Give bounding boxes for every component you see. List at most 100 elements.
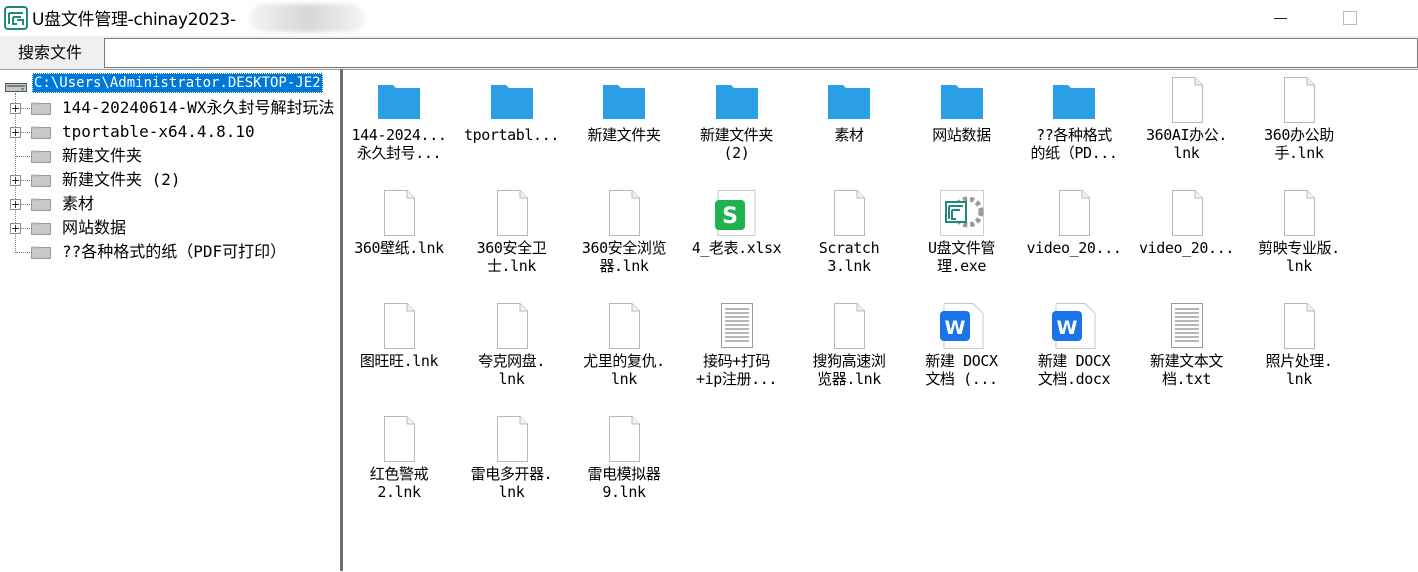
minimize-button[interactable]	[1270, 8, 1290, 28]
folder-icon	[31, 102, 51, 115]
file-name: 360办公助 手.lnk	[1264, 126, 1334, 162]
tree-root-path[interactable]: C:\Users\Administrator.DESKTOP-JE2	[32, 73, 323, 93]
redacted-title-area	[250, 4, 365, 32]
spreadsheet-icon: S	[714, 190, 759, 236]
file-item[interactable]: 雷电多开器. lnk	[456, 409, 568, 521]
svg-text:W: W	[1057, 317, 1078, 339]
search-input[interactable]	[104, 38, 1418, 68]
file-item[interactable]: S 4_老表.xlsx	[681, 183, 793, 295]
file-icon	[827, 303, 871, 349]
file-item[interactable]: 网站数据	[906, 70, 1018, 182]
file-item[interactable]: 图旺旺.lnk	[343, 296, 455, 408]
folder-icon	[827, 77, 871, 123]
folder-icon	[31, 246, 51, 259]
expand-plus-icon[interactable]	[10, 127, 21, 138]
tree-item[interactable]: 网站数据	[0, 216, 340, 240]
expand-plus-icon[interactable]	[10, 103, 21, 114]
file-name: 新建 DOCX 文档 (...	[925, 352, 998, 388]
folder-icon	[490, 77, 534, 123]
file-item[interactable]: 360安全浏览 器.lnk	[568, 183, 680, 295]
file-icon	[377, 416, 421, 462]
file-icon	[490, 416, 534, 462]
file-name: 360AI办公. lnk	[1146, 126, 1227, 162]
tree-item[interactable]: ??各种格式的纸（PDF可打印）	[0, 240, 340, 264]
file-item[interactable]: 红色警戒 2.lnk	[343, 409, 455, 521]
file-item[interactable]: 360AI办公. lnk	[1131, 70, 1243, 182]
file-name: 4_老表.xlsx	[691, 239, 782, 257]
text-file-icon	[715, 303, 759, 349]
file-name: 红色警戒 2.lnk	[369, 465, 429, 501]
text-file-icon	[1165, 303, 1209, 349]
file-icon	[1052, 190, 1096, 236]
file-item[interactable]: 360办公助 手.lnk	[1243, 70, 1355, 182]
folder-icon	[940, 77, 984, 123]
file-icon	[1165, 190, 1209, 236]
file-icon	[490, 190, 534, 236]
file-item[interactable]: 新建文件夹 (2)	[681, 70, 793, 182]
file-item[interactable]: 360安全卫 士.lnk	[456, 183, 568, 295]
maximize-button[interactable]	[1340, 8, 1360, 28]
file-icon	[1277, 190, 1321, 236]
svg-text:W: W	[944, 317, 965, 339]
word-doc-icon: W	[1052, 303, 1096, 349]
tree-item[interactable]: 新建文件夹	[0, 144, 340, 168]
folder-icon	[602, 77, 646, 123]
file-item[interactable]: 剪映专业版. lnk	[1243, 183, 1355, 295]
file-icon	[827, 190, 871, 236]
file-item[interactable]: 雷电模拟器 9.lnk	[568, 409, 680, 521]
file-name: 剪映专业版. lnk	[1258, 239, 1340, 275]
file-item[interactable]: ??各种格式 的纸（PD...	[1018, 70, 1130, 182]
file-name: 360安全浏览 器.lnk	[581, 239, 667, 275]
expand-plus-icon[interactable]	[10, 223, 21, 234]
file-name: 144-2024... 永久封号...	[351, 126, 447, 162]
file-item[interactable]: W 新建 DOCX 文档 (...	[906, 296, 1018, 408]
file-item[interactable]: W 新建 DOCX 文档.docx	[1018, 296, 1130, 408]
file-item[interactable]: 360壁纸.lnk	[343, 183, 455, 295]
file-item[interactable]: 新建文件夹	[568, 70, 680, 182]
file-item[interactable]: 144-2024... 永久封号...	[343, 70, 455, 182]
file-item[interactable]: 接码+打码 +ip注册...	[681, 296, 793, 408]
search-files-button[interactable]: 搜索文件	[0, 38, 100, 68]
file-icon	[602, 416, 646, 462]
title-bar: U盘文件管理-chinay2023-	[0, 0, 1418, 36]
file-item[interactable]: 尤里的复仇. lnk	[568, 296, 680, 408]
folder-icon	[31, 150, 51, 163]
app-logo-icon	[4, 6, 28, 30]
file-item[interactable]: Scratch 3.lnk	[793, 183, 905, 295]
file-item[interactable]: video_20...	[1018, 183, 1130, 295]
file-item[interactable]: 搜狗高速浏 览器.lnk	[793, 296, 905, 408]
file-item[interactable]: 新建文本文 档.txt	[1131, 296, 1243, 408]
folder-icon	[31, 126, 51, 139]
tree-item-label: 新建文件夹	[62, 146, 143, 165]
tree-connector	[16, 252, 30, 253]
file-item[interactable]: tportabl...	[456, 70, 568, 182]
window-title: U盘文件管理-chinay2023-	[32, 10, 236, 30]
expand-plus-icon[interactable]	[10, 175, 21, 186]
file-name: ??各种格式 的纸（PD...	[1030, 126, 1118, 162]
file-name: 雷电模拟器 9.lnk	[587, 465, 661, 501]
tree-item-label: 素材	[62, 194, 95, 213]
file-item[interactable]: 夸克网盘. lnk	[456, 296, 568, 408]
file-icon	[1165, 77, 1209, 123]
file-item[interactable]: U盘文件管 理.exe	[906, 183, 1018, 295]
file-icon	[602, 190, 646, 236]
tree-item[interactable]: 144-20240614-WX永久封号解封玩法	[0, 96, 340, 120]
file-item[interactable]: video_20...	[1131, 183, 1243, 295]
toolbar: 搜索文件	[0, 36, 1418, 69]
file-name: 360安全卫 士.lnk	[476, 239, 547, 275]
file-item[interactable]: 照片处理. lnk	[1243, 296, 1355, 408]
tree-item[interactable]: tportable-x64.4.8.10	[0, 120, 340, 144]
tree-item[interactable]: 素材	[0, 192, 340, 216]
svg-text:S: S	[722, 204, 738, 229]
file-item[interactable]: 素材	[793, 70, 905, 182]
file-name: 新建 DOCX 文档.docx	[1037, 352, 1111, 388]
file-name: 网站数据	[932, 126, 991, 144]
file-name: tportabl...	[464, 126, 559, 144]
file-icon	[377, 190, 421, 236]
file-icon	[490, 303, 534, 349]
file-icon	[1277, 77, 1321, 123]
file-name: 360壁纸.lnk	[354, 239, 444, 257]
folder-icon	[31, 174, 51, 187]
tree-item[interactable]: 新建文件夹 (2)	[0, 168, 340, 192]
expand-plus-icon[interactable]	[10, 199, 21, 210]
